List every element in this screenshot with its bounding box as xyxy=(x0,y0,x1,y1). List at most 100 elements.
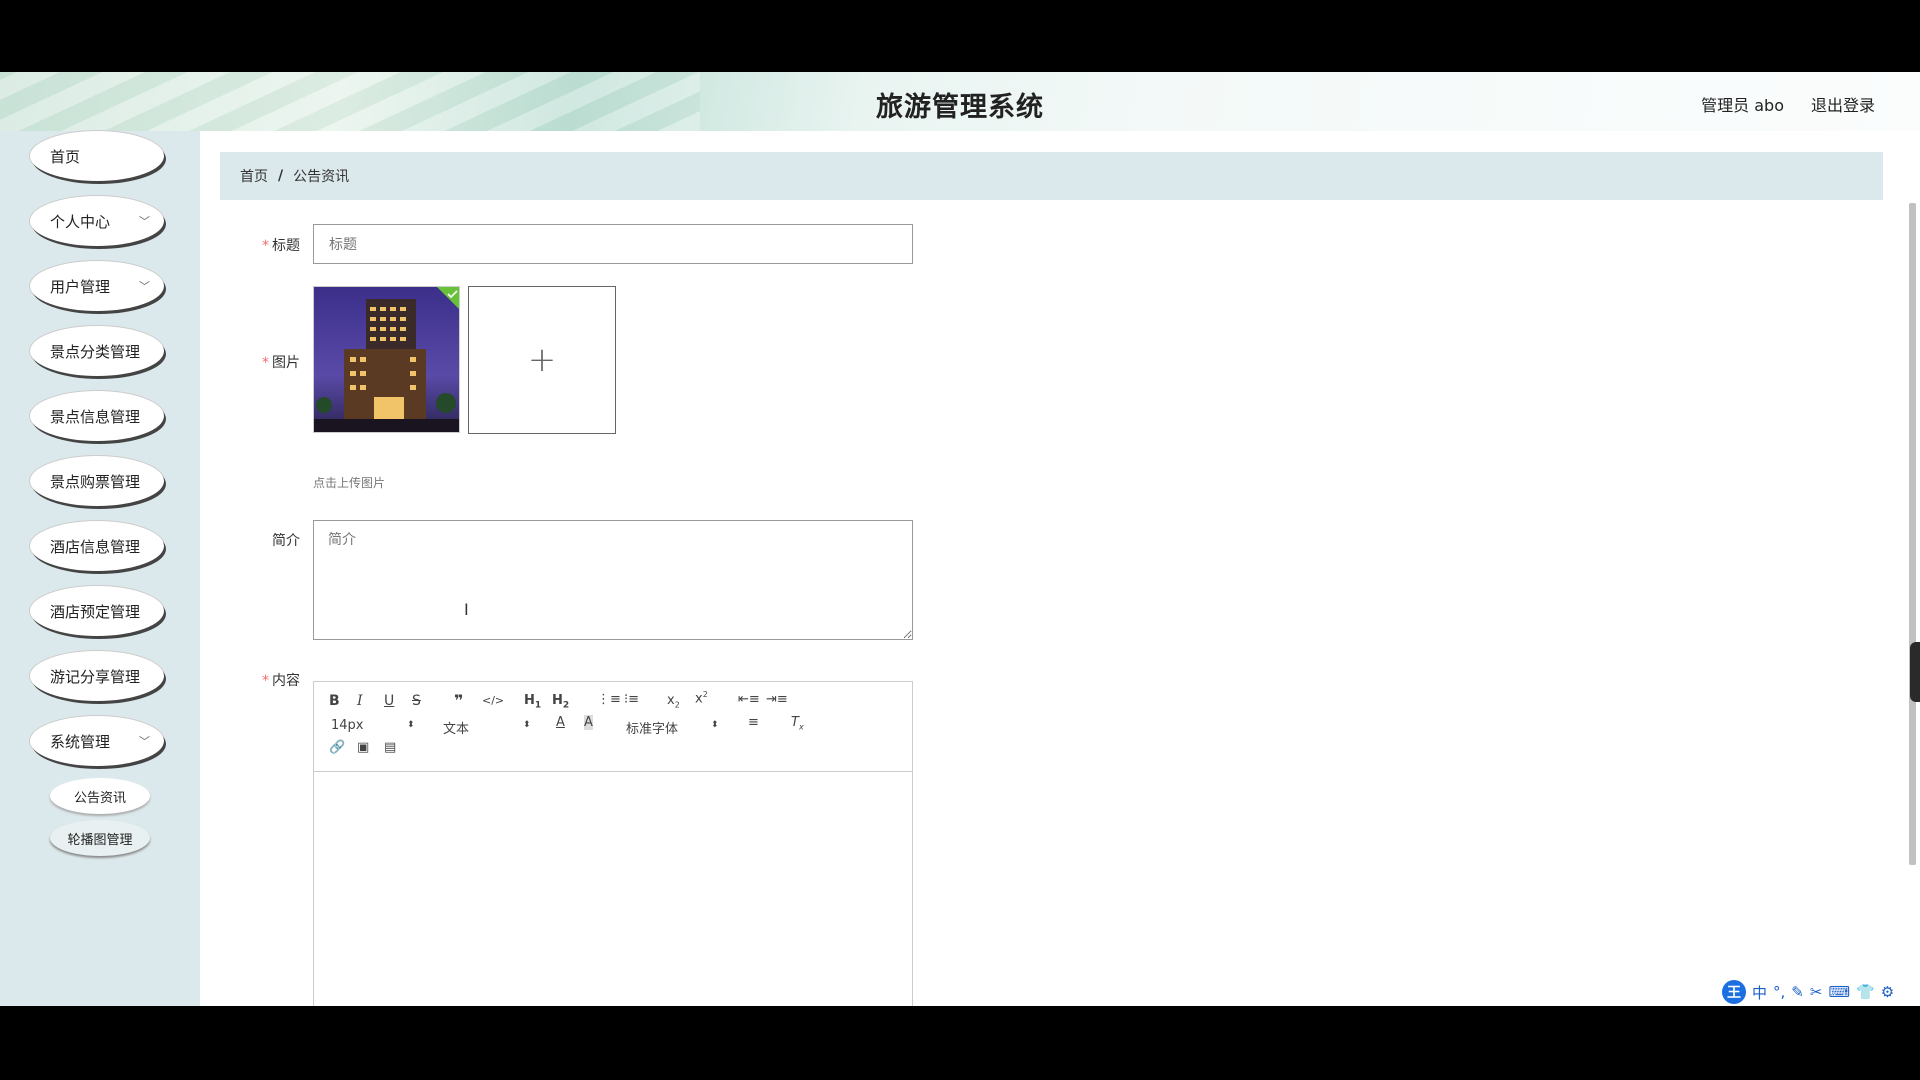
title-label: * 标题 xyxy=(220,235,300,255)
sidebar-item-label: 用户管理 xyxy=(50,277,111,296)
rich-text-editor: B I U S ❞ </> H1 H2 ⋮≡ ⁝≡ x2 x2 ⇤≡ ⇥≡ 14… xyxy=(313,681,913,1006)
header-select-value: 文本 xyxy=(443,722,470,737)
ordered-list-icon[interactable]: ⋮≡ xyxy=(597,692,621,707)
summary-label-text: 简介 xyxy=(272,533,300,549)
app-title: 旅游管理系统 xyxy=(876,92,1044,123)
align-icon[interactable]: ≡ xyxy=(748,715,759,730)
upload-image-button[interactable]: + xyxy=(468,286,616,434)
required-mark: * xyxy=(262,355,269,371)
link-icon[interactable]: 🔗 xyxy=(329,740,345,755)
logout-button[interactable]: 退出登录 xyxy=(1811,92,1875,116)
shirt-icon[interactable]: 👕 xyxy=(1856,983,1875,1001)
punctuation-icon[interactable]: °, xyxy=(1773,983,1785,1001)
header-select[interactable]: 文本 ⬍ xyxy=(443,718,531,737)
page-scrollbar[interactable] xyxy=(1906,131,1918,1006)
strikethrough-icon[interactable]: S xyxy=(412,693,421,709)
font-size-value: 14px xyxy=(331,718,364,733)
title-label-text: 标题 xyxy=(272,238,300,254)
sidebar-item-hotel-booking[interactable]: 酒店预定管理 xyxy=(30,586,164,636)
content-label-text: 内容 xyxy=(272,673,300,689)
outdent-icon[interactable]: ⇤≡ xyxy=(738,692,760,707)
sidebar-item-home[interactable]: 首页 xyxy=(30,131,164,181)
hotel-building-image xyxy=(314,287,459,432)
upload-hint: 点击上传图片 xyxy=(313,476,386,490)
heading1-icon[interactable]: H1 xyxy=(524,693,541,711)
sidebar-item-label: 酒店预定管理 xyxy=(50,602,141,621)
sidebar-item-hotel-info[interactable]: 酒店信息管理 xyxy=(30,521,164,571)
breadcrumb-home[interactable]: 首页 xyxy=(240,166,268,186)
sidebar-item-label: 系统管理 xyxy=(50,732,111,751)
underline-icon[interactable]: U xyxy=(384,693,394,709)
sidebar-item-label: 景点购票管理 xyxy=(50,472,141,491)
sidebar-item-system-management[interactable]: 系统管理 ﹀ xyxy=(30,716,164,766)
content-label: * 内容 xyxy=(220,670,300,690)
required-mark: * xyxy=(262,238,269,254)
chevron-down-icon: ﹀ xyxy=(139,215,150,228)
video-icon[interactable]: ▤ xyxy=(384,740,396,755)
superscript-icon[interactable]: x2 xyxy=(695,690,708,706)
sidebar-item-travel-notes[interactable]: 游记分享管理 xyxy=(30,651,164,701)
uploaded-image-thumbnail[interactable] xyxy=(313,286,460,433)
indent-icon[interactable]: ⇥≡ xyxy=(766,692,788,707)
ime-language-toggle[interactable]: 中 xyxy=(1752,982,1767,1003)
sidebar-subitem-label: 公告资讯 xyxy=(73,790,126,806)
code-block-icon[interactable]: </> xyxy=(482,694,504,707)
title-input[interactable] xyxy=(313,224,913,264)
sidebar: 首页 个人中心 ﹀ 用户管理 ﹀ 景点分类管理 景点信息管理 景点购票管理 酒店信息… xyxy=(0,131,200,1006)
editor-content-area[interactable] xyxy=(314,772,912,1006)
image-label: * 图片 xyxy=(220,352,300,372)
sidebar-subitem-announcements[interactable]: 公告资讯 xyxy=(50,778,150,814)
clear-format-icon[interactable]: Tx xyxy=(791,715,804,732)
bullet-list-icon[interactable]: ⁝≡ xyxy=(624,692,639,707)
font-color-icon[interactable]: A xyxy=(556,715,565,730)
chevron-down-icon: ﹀ xyxy=(139,280,150,293)
sidebar-item-user-management[interactable]: 用户管理 ﹀ xyxy=(30,261,164,311)
background-color-icon[interactable]: A xyxy=(584,715,593,730)
font-size-select[interactable]: 14px ⬍ xyxy=(331,718,416,733)
pen-icon[interactable]: ✎ xyxy=(1791,983,1804,1001)
sidebar-item-label: 个人中心 xyxy=(50,212,111,231)
keyboard-icon[interactable]: ⌨ xyxy=(1828,983,1850,1001)
admin-user-label: 管理员 abo xyxy=(1701,96,1784,115)
image-label-text: 图片 xyxy=(272,355,300,371)
sidebar-item-label: 首页 xyxy=(50,147,81,166)
sidebar-subitem-carousel[interactable]: 轮播图管理 xyxy=(50,820,150,856)
blockquote-icon[interactable]: ❞ xyxy=(454,691,463,710)
select-arrows-icon: ⬍ xyxy=(711,720,719,730)
sidebar-subitem-label: 轮播图管理 xyxy=(67,832,133,848)
breadcrumb: 首页 / 公告资讯 xyxy=(220,152,1883,200)
sidebar-item-ticket-purchase[interactable]: 景点购票管理 xyxy=(30,456,164,506)
scrollbar-thumb[interactable] xyxy=(1909,203,1916,865)
text-cursor-icon: I xyxy=(464,600,469,619)
ime-toolbar: 王 中 °, ✎ ✂ ⌨ 👕 ⚙ xyxy=(1722,980,1894,1004)
ime-logo-icon[interactable]: 王 xyxy=(1722,980,1746,1004)
sidebar-item-label: 酒店信息管理 xyxy=(50,537,141,556)
editor-toolbar: B I U S ❞ </> H1 H2 ⋮≡ ⁝≡ x2 x2 ⇤≡ ⇥≡ 14… xyxy=(314,682,912,772)
summary-label: 简介 xyxy=(220,530,300,550)
app-window: 旅游管理系统 管理员 abo 退出登录 首页 个人中心 ﹀ 用户管理 ﹀ 景点分类管… xyxy=(0,72,1920,1006)
font-family-value: 标准字体 xyxy=(626,722,679,737)
image-icon[interactable]: ▣ xyxy=(357,740,369,755)
breadcrumb-current: 公告资讯 xyxy=(293,169,350,185)
select-arrows-icon: ⬍ xyxy=(407,720,415,730)
subscript-icon[interactable]: x2 xyxy=(667,693,680,710)
summary-textarea[interactable] xyxy=(313,520,913,640)
required-mark: * xyxy=(262,673,269,689)
sidebar-item-label: 游记分享管理 xyxy=(50,667,141,686)
side-panel-handle[interactable] xyxy=(1910,642,1920,702)
sidebar-item-personal-center[interactable]: 个人中心 ﹀ xyxy=(30,196,164,246)
select-arrows-icon: ⬍ xyxy=(523,720,531,730)
plus-icon: + xyxy=(527,340,557,380)
sidebar-item-scenic-info[interactable]: 景点信息管理 xyxy=(30,391,164,441)
bold-icon[interactable]: B xyxy=(329,693,340,709)
scissors-icon[interactable]: ✂ xyxy=(1810,983,1823,1001)
sidebar-item-label: 景点信息管理 xyxy=(50,407,141,426)
top-header: 旅游管理系统 管理员 abo 退出登录 xyxy=(0,72,1920,131)
gear-icon[interactable]: ⚙ xyxy=(1881,983,1894,1001)
font-family-select[interactable]: 标准字体 ⬍ xyxy=(626,718,726,737)
heading2-icon[interactable]: H2 xyxy=(552,693,569,711)
breadcrumb-separator: / xyxy=(278,168,284,184)
sidebar-item-label: 景点分类管理 xyxy=(50,342,141,361)
italic-icon[interactable]: I xyxy=(357,693,363,709)
sidebar-item-scenic-category[interactable]: 景点分类管理 xyxy=(30,326,164,376)
